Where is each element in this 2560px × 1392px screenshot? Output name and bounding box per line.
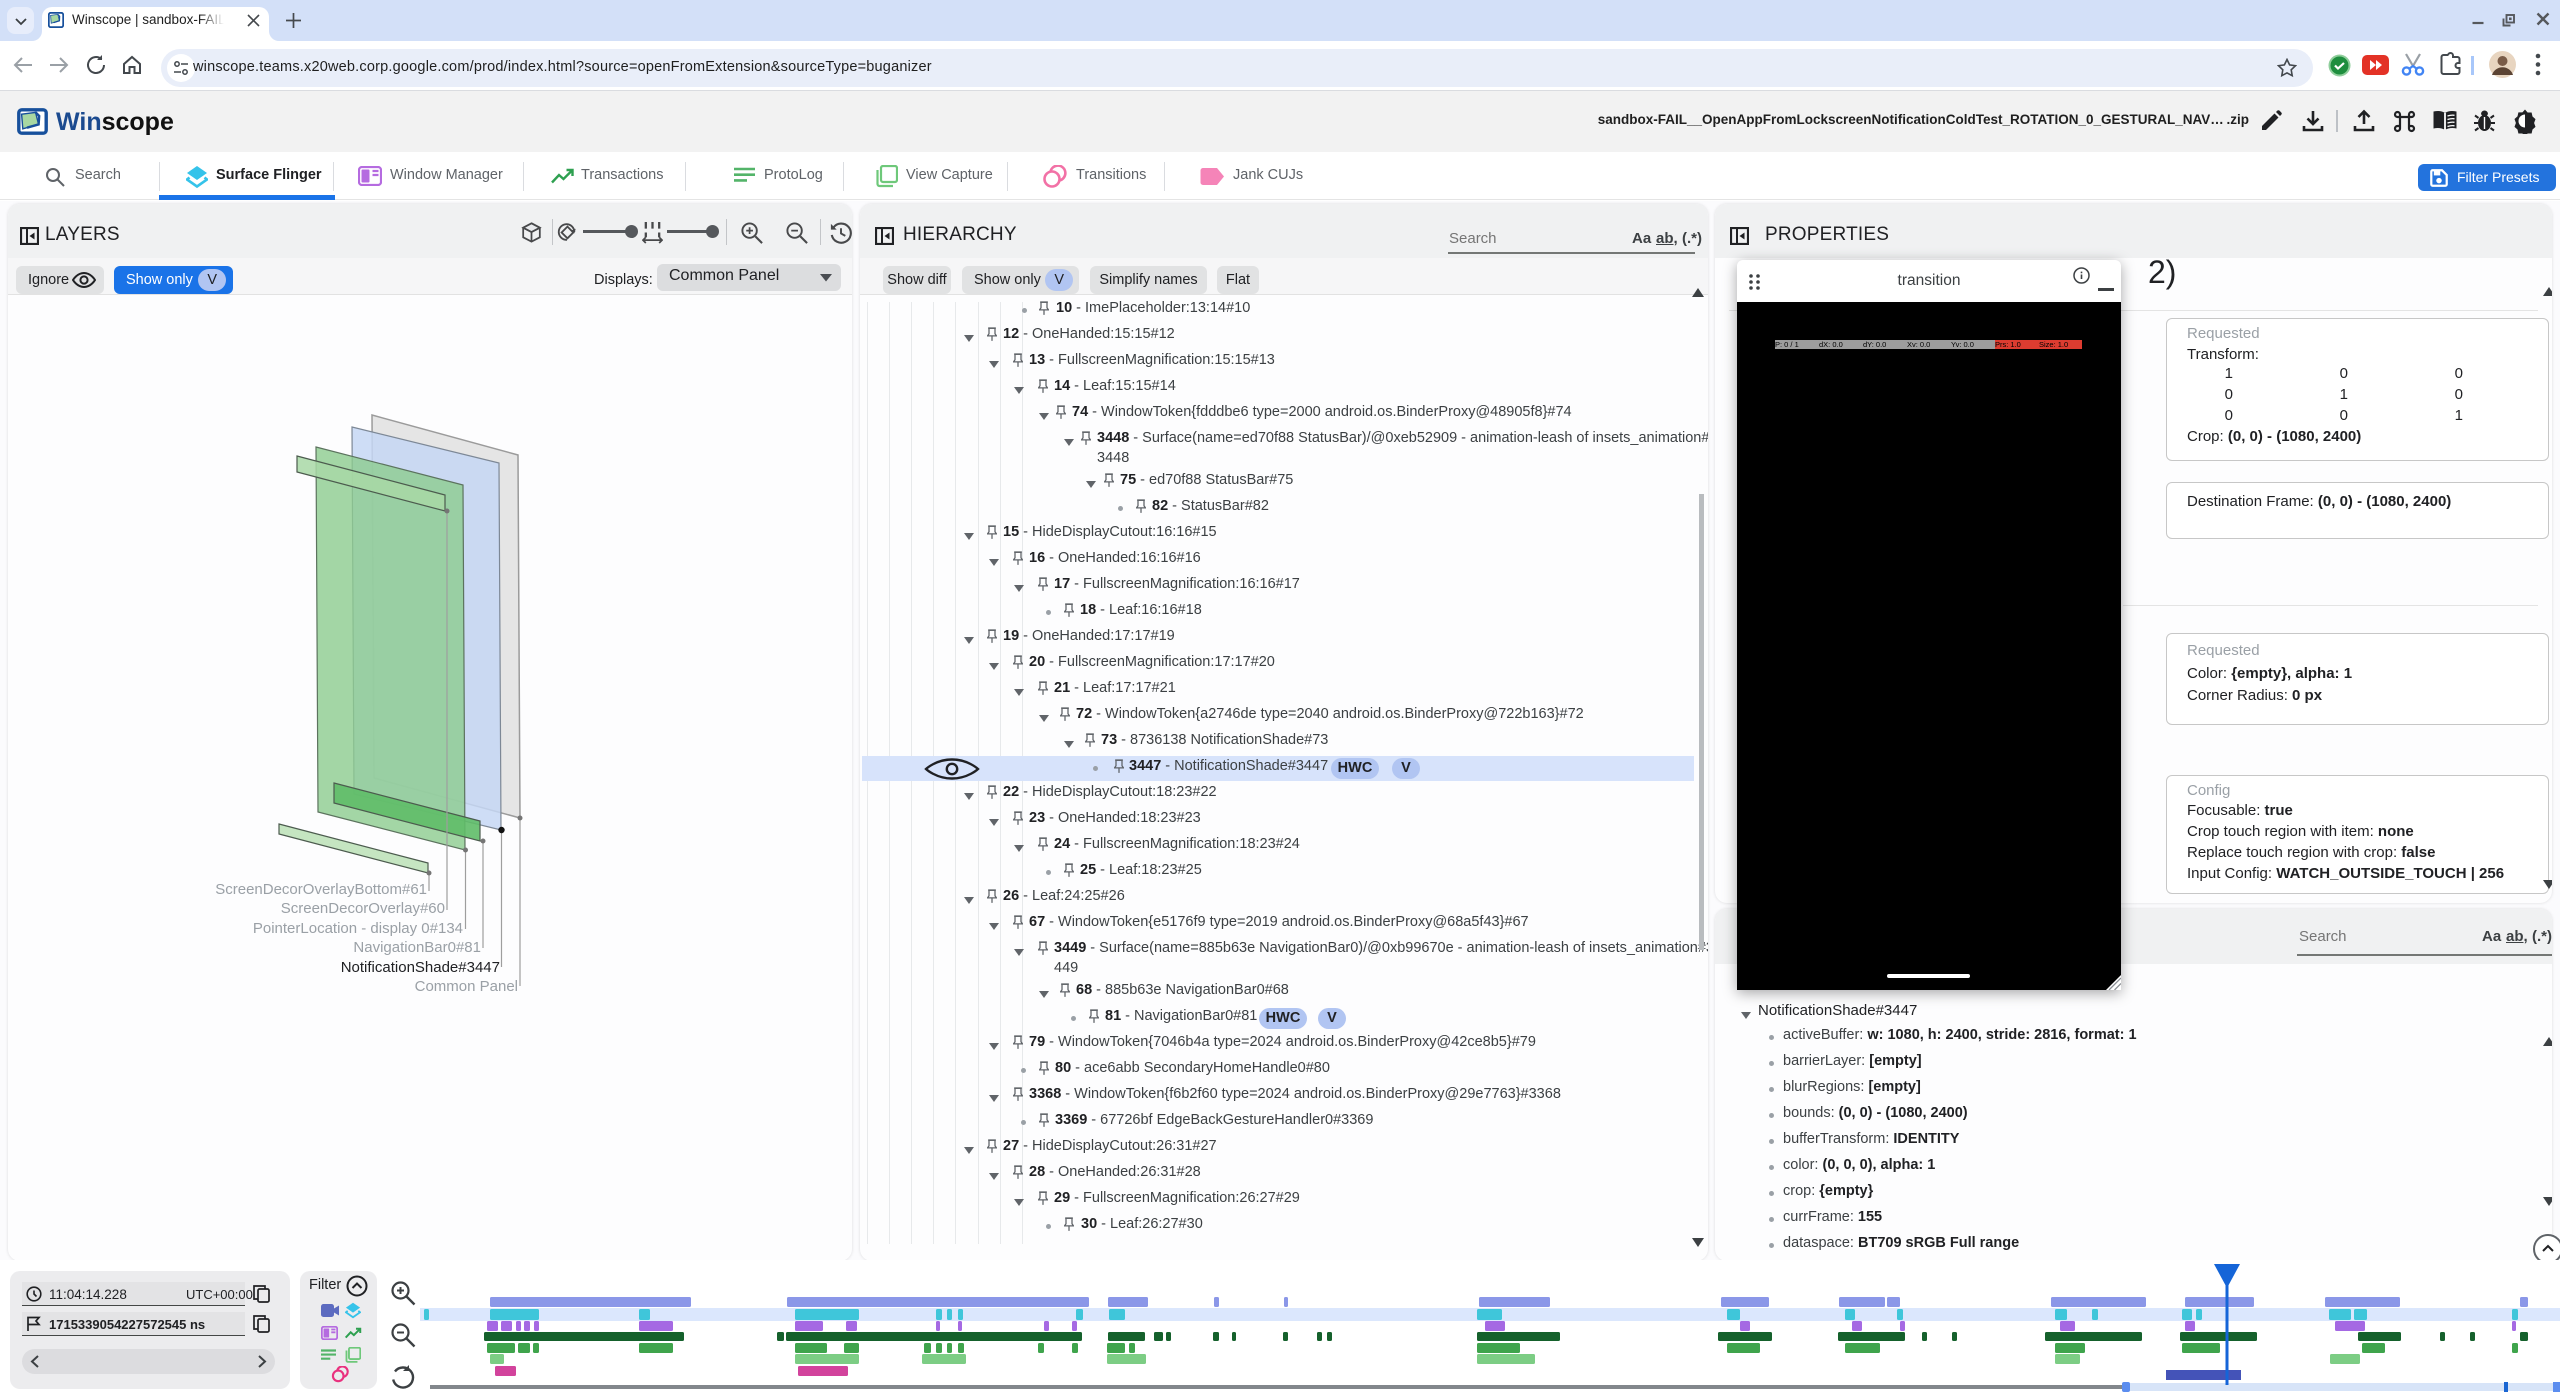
svg-text:NotificationShade#3447: NotificationShade#3447	[341, 959, 500, 976]
svg-text:PointerLocation - display 0#13: PointerLocation - display 0#134	[253, 920, 463, 937]
svg-text:ScreenDecorOverlay#60: ScreenDecorOverlay#60	[281, 900, 445, 917]
svg-text:NavigationBar0#81: NavigationBar0#81	[353, 939, 481, 956]
svg-text:ScreenDecorOverlayBottom#61: ScreenDecorOverlayBottom#61	[215, 881, 427, 898]
svg-text:Common Panel: Common Panel	[415, 978, 518, 995]
